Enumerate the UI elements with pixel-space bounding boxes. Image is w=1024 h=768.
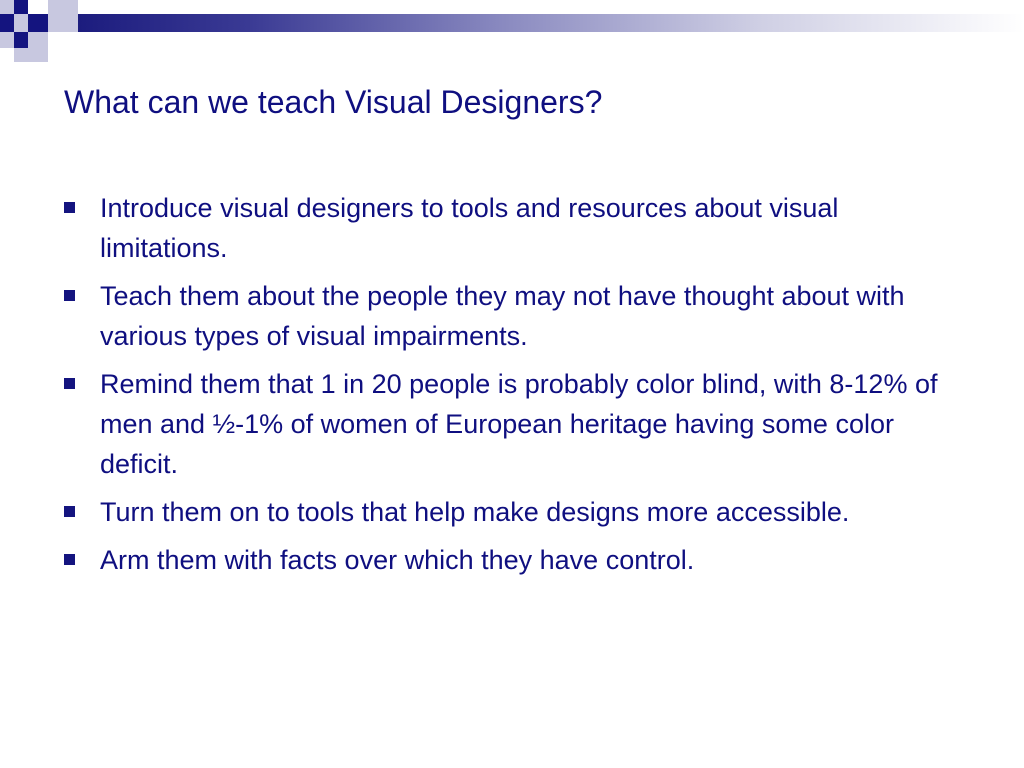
- square-bullet-icon: [64, 506, 75, 517]
- header-decoration: [0, 0, 1024, 64]
- header-gradient-bar: [78, 14, 1024, 32]
- checker-square-icon: [14, 32, 28, 48]
- bullet-text: Remind them that 1 in 20 people is proba…: [100, 369, 938, 479]
- checker-square-icon: [0, 0, 14, 14]
- bullet-text: Introduce visual designers to tools and …: [100, 193, 839, 263]
- bullet-item: Arm them with facts over which they have…: [64, 540, 964, 580]
- checker-square-icon: [28, 14, 48, 32]
- checker-square-icon: [48, 14, 78, 32]
- square-bullet-icon: [64, 202, 75, 213]
- checker-square-icon: [28, 32, 48, 48]
- bullet-item: Turn them on to tools that help make des…: [64, 492, 964, 532]
- bullet-item: Teach them about the people they may not…: [64, 276, 964, 356]
- checker-square-icon: [14, 0, 28, 14]
- slide: What can we teach Visual Designers? Intr…: [0, 0, 1024, 768]
- checker-square-icon: [14, 14, 28, 32]
- bullet-item: Introduce visual designers to tools and …: [64, 188, 964, 268]
- checker-square-icon: [14, 48, 28, 62]
- square-bullet-icon: [64, 378, 75, 389]
- checker-square-icon: [28, 0, 48, 14]
- checker-square-icon: [48, 0, 78, 14]
- bullet-text: Turn them on to tools that help make des…: [100, 497, 850, 527]
- slide-title: What can we teach Visual Designers?: [64, 84, 603, 120]
- checker-square-icon: [0, 32, 14, 48]
- checker-square-icon: [0, 14, 14, 32]
- checker-square-icon: [28, 48, 48, 62]
- bullet-list: Introduce visual designers to tools and …: [64, 188, 964, 588]
- square-bullet-icon: [64, 290, 75, 301]
- bullet-text: Arm them with facts over which they have…: [100, 545, 695, 575]
- square-bullet-icon: [64, 554, 75, 565]
- bullet-text: Teach them about the people they may not…: [100, 281, 905, 351]
- bullet-item: Remind them that 1 in 20 people is proba…: [64, 364, 964, 484]
